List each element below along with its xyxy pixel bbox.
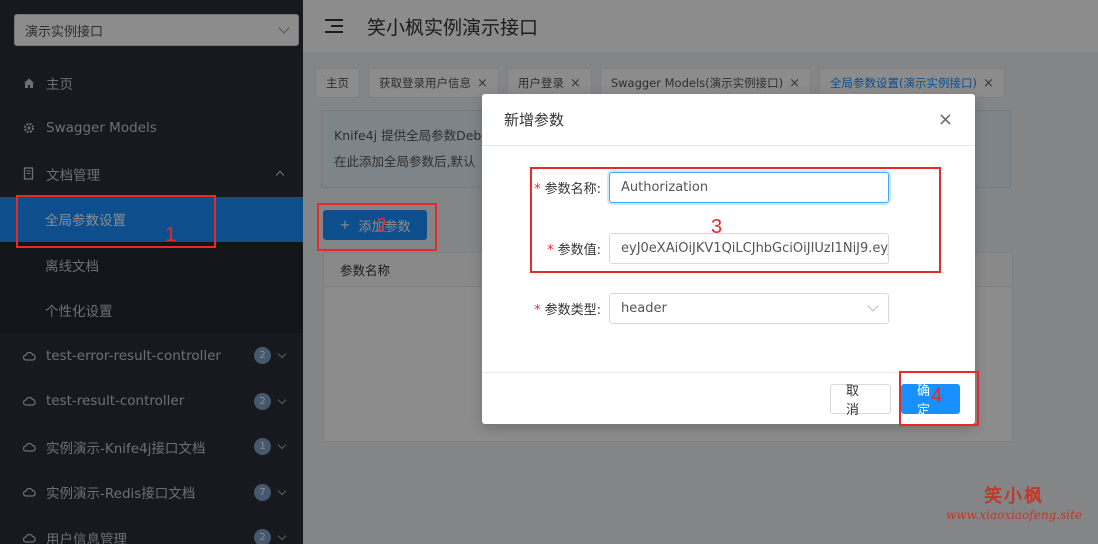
annotation-number: 4 <box>931 385 943 407</box>
close-icon[interactable]: × <box>938 109 953 130</box>
watermark-name: 笑小枫 <box>984 486 1045 507</box>
chevron-down-icon <box>867 300 879 312</box>
param-type-select[interactable]: header <box>609 292 889 324</box>
form-row-type: * 参数类型: header <box>482 292 975 324</box>
modal-header: 新增参数 × <box>482 94 975 146</box>
annotation-number: 1 <box>165 224 177 246</box>
annotation-box-1 <box>16 195 216 248</box>
annotation-number: 3 <box>711 216 723 238</box>
watermark-url: www.xiaoxiaofeng.site <box>946 508 1082 522</box>
field-label-text: 参数类型: <box>544 302 601 318</box>
cancel-button[interactable]: 取 消 <box>830 383 891 418</box>
required-mark: * <box>534 302 541 318</box>
modal-title: 新增参数 <box>504 111 565 129</box>
watermark: 笑小枫 www.xiaoxiaofeng.site <box>946 482 1082 522</box>
annotation-number: 2 <box>376 215 388 237</box>
field-label: * 参数类型: <box>482 299 609 318</box>
annotation-box-3 <box>530 167 941 273</box>
select-value: header <box>621 300 667 316</box>
